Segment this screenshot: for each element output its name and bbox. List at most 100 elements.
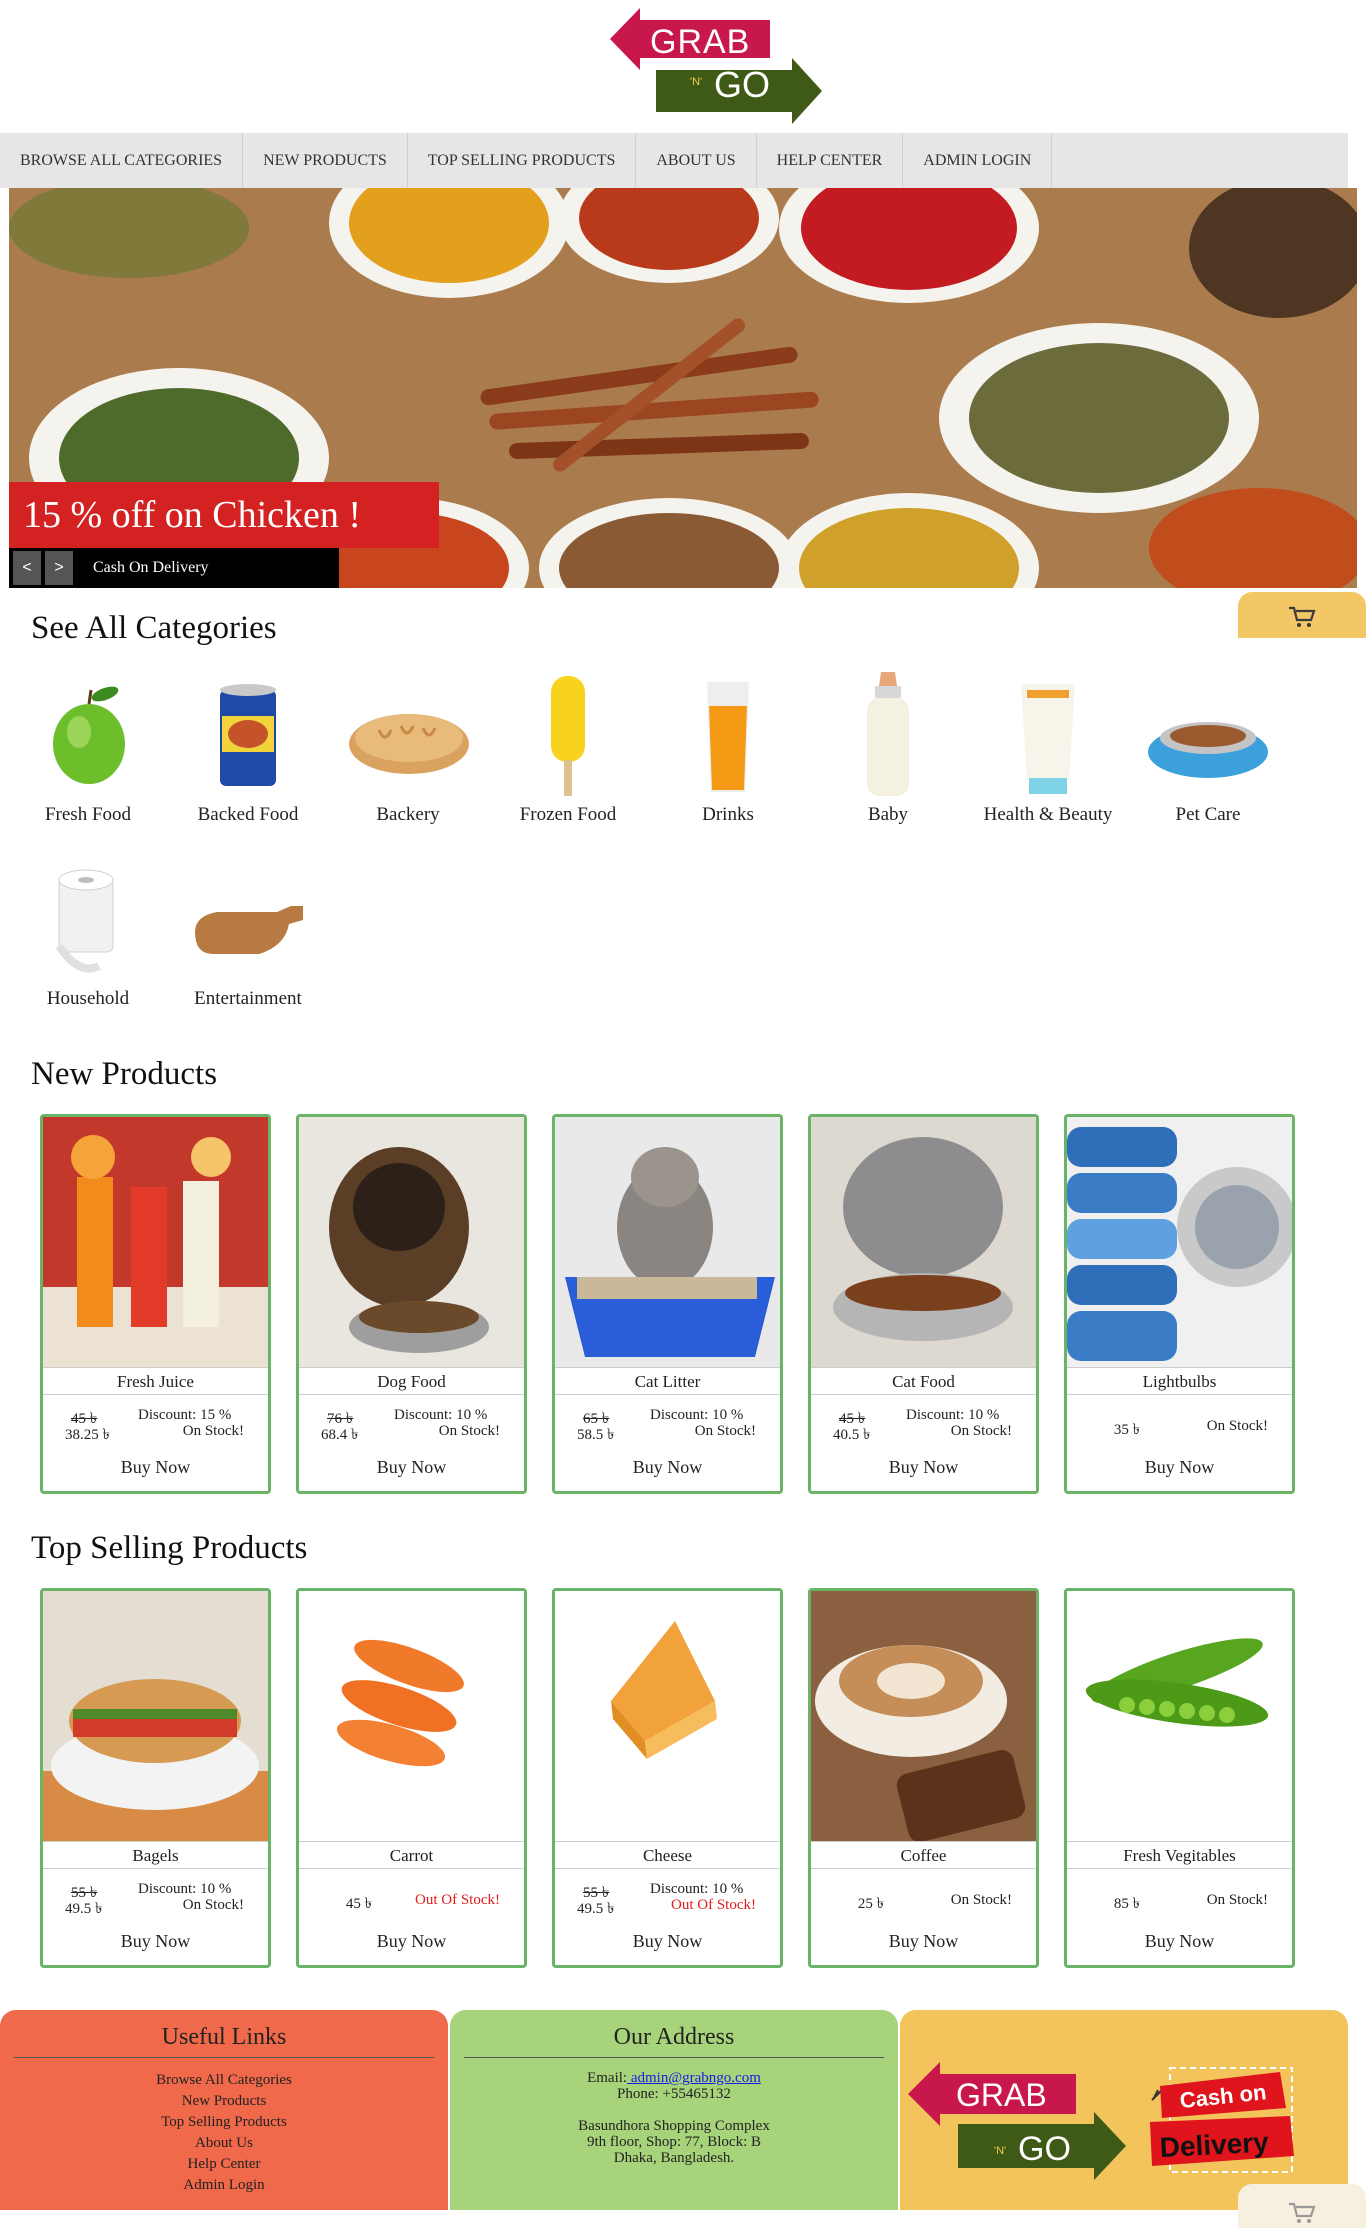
footer-logo: GRAB 'N' GO [908,2062,1126,2180]
category-fresh-food[interactable]: Fresh Food [8,672,168,826]
footer-address: Our Address Email: admin@grabngo.com Pho… [450,2010,898,2210]
product-card-fresh-juice: Fresh Juice 45 ৳ 38.25 ৳ Discount: 15 % … [40,1114,271,1494]
nav-new-products[interactable]: NEW PRODUCTS [243,133,408,188]
category-label: Entertainment [194,988,302,1009]
product-card-dog-food: Dog Food 76 ৳ 68.4 ৳ Discount: 10 % On S… [296,1114,527,1494]
product-discount: Discount: 10 % [138,1881,232,1897]
main-nav: BROWSE ALL CATEGORIES NEW PRODUCTS TOP S… [0,133,1348,188]
cream-tube-icon [1021,684,1075,794]
category-health-beauty[interactable]: Health & Beauty [968,672,1128,826]
footer-address-title: Our Address [613,2024,735,2050]
footer-links-title: Useful Links [161,2024,287,2050]
product-stock-status: On Stock! [182,1897,244,1913]
cart-icon [1289,2202,1316,2223]
nav-about-us[interactable]: ABOUT US [636,133,757,188]
buy-now-button[interactable]: Buy Now [299,1931,524,1952]
footer-link-help-center[interactable]: Help Center [0,2154,448,2175]
product-stock-status: Out Of Stock! [671,1897,756,1913]
product-name: Carrot [299,1841,524,1869]
category-frozen-food[interactable]: Frozen Food [488,672,648,826]
product-discount: Discount: 10 % [650,1881,744,1897]
footer-address-line-1: Basundhora Shopping Complex [578,2118,770,2134]
badge-text-bottom: Delivery [1159,2126,1270,2163]
category-baby[interactable]: Baby [808,670,968,826]
product-name: Cheese [555,1841,780,1869]
buy-now-button[interactable]: Buy Now [811,1457,1036,1478]
coffee-image [811,1591,1036,1841]
product-card-lightbulbs: Lightbulbs 35 ৳ On Stock! Buy Now [1064,1114,1295,1494]
product-name: Cat Litter [555,1367,780,1395]
category-backery[interactable]: Backery [328,672,488,826]
product-price: 68.4 ৳ [321,1427,359,1443]
logo-text-n: 'N' [690,76,703,88]
product-card-bagels: Bagels 55 ৳ 49.5 ৳ Discount: 10 % On Sto… [40,1588,271,1968]
new-products-title: New Products [31,1056,218,1092]
product-stock-status: On Stock! [1206,1418,1268,1434]
buy-now-button[interactable]: Buy Now [1067,1931,1292,1952]
category-label: Frozen Food [519,804,617,825]
footer-link-new-products[interactable]: New Products [0,2091,448,2112]
cart-tab-bottom[interactable] [1238,2184,1366,2228]
nav-admin-login[interactable]: ADMIN LOGIN [903,133,1053,188]
category-label: Baby [867,804,909,825]
category-drinks[interactable]: Drinks [648,672,808,826]
product-name: Fresh Juice [43,1367,268,1395]
product-name: Fresh Vegitables [1067,1841,1292,1869]
category-label: Pet Care [1175,804,1241,825]
slider-next-button[interactable]: > [45,551,73,585]
footer-link-admin-login[interactable]: Admin Login [0,2175,448,2196]
category-label: Fresh Food [44,804,132,825]
nav-browse-all-categories[interactable]: BROWSE ALL CATEGORIES [0,133,244,188]
buy-now-button[interactable]: Buy Now [555,1457,780,1478]
buy-now-button[interactable]: Buy Now [555,1931,780,1952]
category-entertainment[interactable]: Entertainment [168,856,328,1010]
buy-now-button[interactable]: Buy Now [43,1931,268,1952]
footer-link-about-us[interactable]: About Us [0,2133,448,2154]
product-price: 35 ৳ [1113,1422,1141,1438]
product-card-cheese: Cheese 55 ৳ 49.5 ৳ Discount: 10 % Out Of… [552,1588,783,1968]
site-logo[interactable]: GRAB 'N' GO [610,8,822,124]
product-discount: Discount: 10 % [650,1407,744,1423]
category-backed-food[interactable]: Backed Food [168,672,328,826]
popsicle-icon [551,676,585,796]
apple-icon [53,686,125,784]
category-label: Household [46,988,130,1009]
product-name: Lightbulbs [1067,1367,1292,1395]
product-stock-status: On Stock! [950,1423,1012,1439]
buy-now-button[interactable]: Buy Now [1067,1457,1292,1478]
category-label: Backed Food [197,804,299,825]
nav-top-selling-products[interactable]: TOP SELLING PRODUCTS [408,133,637,188]
cash-on-delivery-badge: Cash on Delivery [1150,2067,1294,2173]
footer-email-label: Email: [587,2070,628,2086]
footer-divider [464,2057,884,2058]
product-price: 85 ৳ [1113,1896,1141,1912]
cutting-board-icon [195,906,303,954]
carrot-image [299,1591,524,1841]
hero-banner: 15 % off on Chicken ! < > Cash On Delive… [9,188,1357,588]
cat-food-image [811,1117,1036,1367]
footer-link-top-selling-products[interactable]: Top Selling Products [0,2112,448,2133]
slider-caption: Cash On Delivery [93,559,209,576]
buy-now-button[interactable]: Buy Now [811,1931,1036,1952]
category-pet-care[interactable]: Pet Care [1128,672,1288,826]
buy-now-button[interactable]: Buy Now [43,1457,268,1478]
product-discount: Discount: 10 % [394,1407,488,1423]
cart-tab[interactable] [1238,592,1366,638]
peas-image [1067,1591,1292,1841]
product-discount: Discount: 15 % [138,1407,232,1423]
footer-spacer [450,2102,898,2118]
product-price: 45 ৳ [345,1896,373,1912]
buy-now-button[interactable]: Buy Now [299,1457,524,1478]
product-name: Bagels [43,1841,268,1869]
slider-prev-button[interactable]: < [13,551,41,585]
product-name: Coffee [811,1841,1036,1869]
nav-help-center[interactable]: HELP CENTER [757,133,904,188]
footer-email-link[interactable]: admin@grabngo.com [627,2070,761,2086]
footer-link-browse-all-categories[interactable]: Browse All Categories [0,2070,448,2091]
category-household[interactable]: Household [8,856,168,1010]
footer-brand: GRAB 'N' GO Cash on Delivery [900,2010,1348,2210]
category-label: Backery [376,804,440,825]
dog-food-image [299,1117,524,1367]
footer-useful-links: Useful Links Browse All Categories New P… [0,2010,448,2210]
cat-litter-image [555,1117,780,1367]
